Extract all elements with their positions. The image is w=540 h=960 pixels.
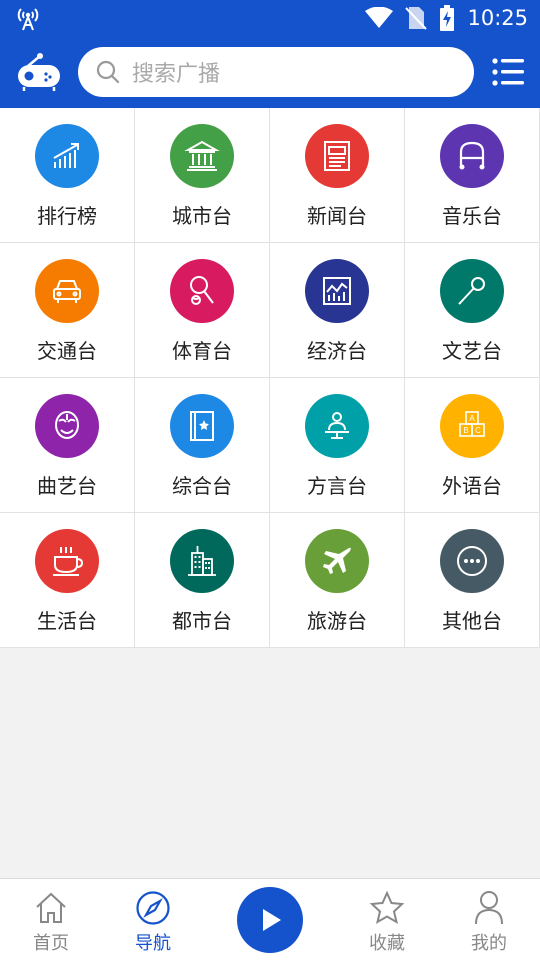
headphones-icon — [440, 124, 504, 188]
play-button[interactable] — [237, 887, 303, 953]
category-label: 城市台 — [172, 204, 232, 228]
tab-nav[interactable]: 导航 — [103, 879, 203, 960]
tab-favorites-label: 收藏 — [369, 933, 405, 954]
svg-text:A: A — [469, 414, 475, 423]
trending-chart-icon — [35, 124, 99, 188]
speaker-person-icon — [305, 394, 369, 458]
category-traffic[interactable]: 交通台 — [0, 243, 135, 378]
category-label: 方言台 — [307, 474, 367, 498]
microphone-icon — [440, 259, 504, 323]
svg-text:B: B — [463, 426, 468, 435]
category-metro[interactable]: 都市台 — [135, 513, 270, 648]
category-label: 音乐台 — [442, 204, 502, 228]
opera-mask-icon — [35, 394, 99, 458]
category-label: 交通台 — [37, 339, 97, 363]
category-ranking[interactable]: 排行榜 — [0, 108, 135, 243]
category-sports[interactable]: 体育台 — [135, 243, 270, 378]
category-label: 文艺台 — [442, 339, 502, 363]
abc-blocks-icon: ABC — [440, 394, 504, 458]
tab-mine-label: 我的 — [471, 933, 507, 954]
tab-mine[interactable]: 我的 — [439, 879, 539, 960]
category-arts[interactable]: 文艺台 — [405, 243, 540, 378]
category-foreign[interactable]: ABC 外语台 — [405, 378, 540, 513]
more-dots-icon — [440, 529, 504, 593]
home-icon — [36, 892, 66, 923]
broadcast-tower-icon — [17, 8, 39, 31]
newspaper-icon — [305, 124, 369, 188]
tab-home[interactable]: 首页 — [1, 879, 101, 960]
category-label: 经济台 — [307, 339, 367, 363]
no-sim-icon — [405, 7, 428, 30]
category-label: 新闻台 — [307, 204, 367, 228]
category-economy[interactable]: 经济台 — [270, 243, 405, 378]
book-icon — [170, 394, 234, 458]
svg-text:C: C — [475, 426, 481, 435]
category-label: 曲艺台 — [37, 474, 97, 498]
category-travel[interactable]: 旅游台 — [270, 513, 405, 648]
tab-home-label: 首页 — [33, 933, 69, 954]
category-label: 旅游台 — [307, 609, 367, 633]
user-icon — [475, 891, 503, 925]
star-icon — [369, 890, 405, 925]
car-icon — [35, 259, 99, 323]
status-time: 10:25 — [467, 6, 528, 30]
search-placeholder: 搜索广播 — [132, 62, 221, 87]
search-input[interactable]: 搜索广播 — [78, 47, 474, 97]
bottom-tab-bar: 首页 导航 收藏 我的 — [0, 878, 540, 960]
list-menu-icon[interactable] — [492, 58, 524, 86]
tab-favorites[interactable]: 收藏 — [337, 879, 437, 960]
category-folk-arts[interactable]: 曲艺台 — [0, 378, 135, 513]
compass-icon — [136, 891, 170, 925]
category-news[interactable]: 新闻台 — [270, 108, 405, 243]
status-bar: 10:25 — [0, 0, 540, 36]
finance-chart-icon — [305, 259, 369, 323]
search-icon — [96, 60, 120, 84]
category-general[interactable]: 综合台 — [135, 378, 270, 513]
category-grid: 排行榜 城市台 新闻台 音乐台 交通台 体育台 经济台 文艺台 曲艺台 综合台 … — [0, 108, 540, 648]
battery-charging-icon — [440, 5, 455, 31]
category-label: 综合台 — [172, 474, 232, 498]
category-label: 生活台 — [37, 609, 97, 633]
category-label: 体育台 — [172, 339, 232, 363]
skyscraper-icon — [170, 529, 234, 593]
airplane-icon — [305, 529, 369, 593]
play-icon — [263, 909, 281, 931]
wifi-icon — [365, 7, 394, 28]
category-music[interactable]: 音乐台 — [405, 108, 540, 243]
city-hall-icon — [170, 124, 234, 188]
category-label: 都市台 — [172, 609, 232, 633]
category-label: 其他台 — [442, 609, 502, 633]
category-life[interactable]: 生活台 — [0, 513, 135, 648]
category-city[interactable]: 城市台 — [135, 108, 270, 243]
category-other[interactable]: 其他台 — [405, 513, 540, 648]
category-dialect[interactable]: 方言台 — [270, 378, 405, 513]
coffee-cup-icon — [35, 529, 99, 593]
tab-nav-label: 导航 — [135, 933, 171, 954]
radio-icon[interactable] — [16, 52, 62, 92]
category-label: 排行榜 — [37, 204, 97, 228]
category-label: 外语台 — [442, 474, 502, 498]
tennis-icon — [170, 259, 234, 323]
top-bar: 搜索广播 — [0, 36, 540, 108]
